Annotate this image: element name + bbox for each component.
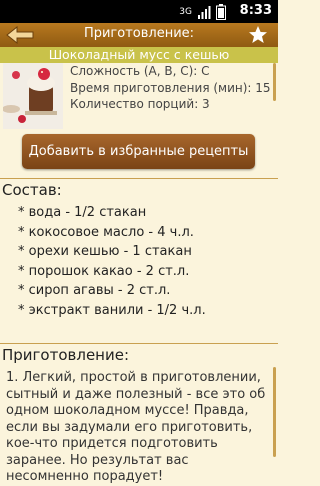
ingredients-heading: Состав: — [2, 181, 62, 199]
servings-text: Количество порций: 3 — [70, 97, 210, 111]
ingredient-item: * сироп агавы - 2 ст.л. — [18, 283, 171, 298]
scrollbar[interactable] — [273, 367, 276, 457]
signal-icon — [198, 6, 211, 19]
favorite-star-icon[interactable] — [248, 25, 268, 45]
battery-icon — [216, 4, 226, 20]
scrollbar[interactable] — [273, 63, 276, 101]
divider — [0, 178, 278, 179]
ingredient-item: * экстракт ванили - 1/2 ч.л. — [18, 302, 206, 318]
ingredients-list: * вода - 1/2 стакан * кокосовое масло - … — [18, 203, 206, 320]
recipe-photo — [3, 63, 63, 129]
app-bar: Приготовление: — [0, 23, 278, 47]
recipe-info: Сложность (A, B, C): C Время приготовлен… — [70, 63, 271, 113]
divider — [0, 343, 278, 344]
instructions-text: 1. Легкий, простой в приготовлении, сытн… — [6, 370, 266, 484]
complexity-text: Сложность (A, B, C): C — [70, 64, 210, 78]
ingredient-item: * порошок какао - 2 ст.л. — [18, 263, 190, 279]
ingredient-item: * вода - 1/2 стакан — [18, 205, 147, 220]
recipe-name: Шоколадный мусс с кешью — [0, 47, 278, 63]
instructions-heading: Приготовление: — [2, 346, 130, 364]
ingredient-item: * кокосовое масло - 4 ч.л. — [18, 224, 194, 240]
network-type-label: 3G — [179, 7, 192, 17]
ingredient-item: * орехи кешью - 1 стакан — [18, 244, 192, 259]
status-icons: 3G — [179, 4, 226, 20]
clock: 8:33 — [239, 3, 272, 18]
page-title: Приготовление: — [83, 26, 195, 41]
prep-time-text: Время приготовления (мин): 15 — [70, 80, 271, 95]
recipe-photo-image — [3, 63, 63, 129]
add-to-favorites-button[interactable]: Добавить в избранные рецепты — [22, 134, 255, 169]
status-bar: 3G 8:33 — [0, 0, 278, 23]
